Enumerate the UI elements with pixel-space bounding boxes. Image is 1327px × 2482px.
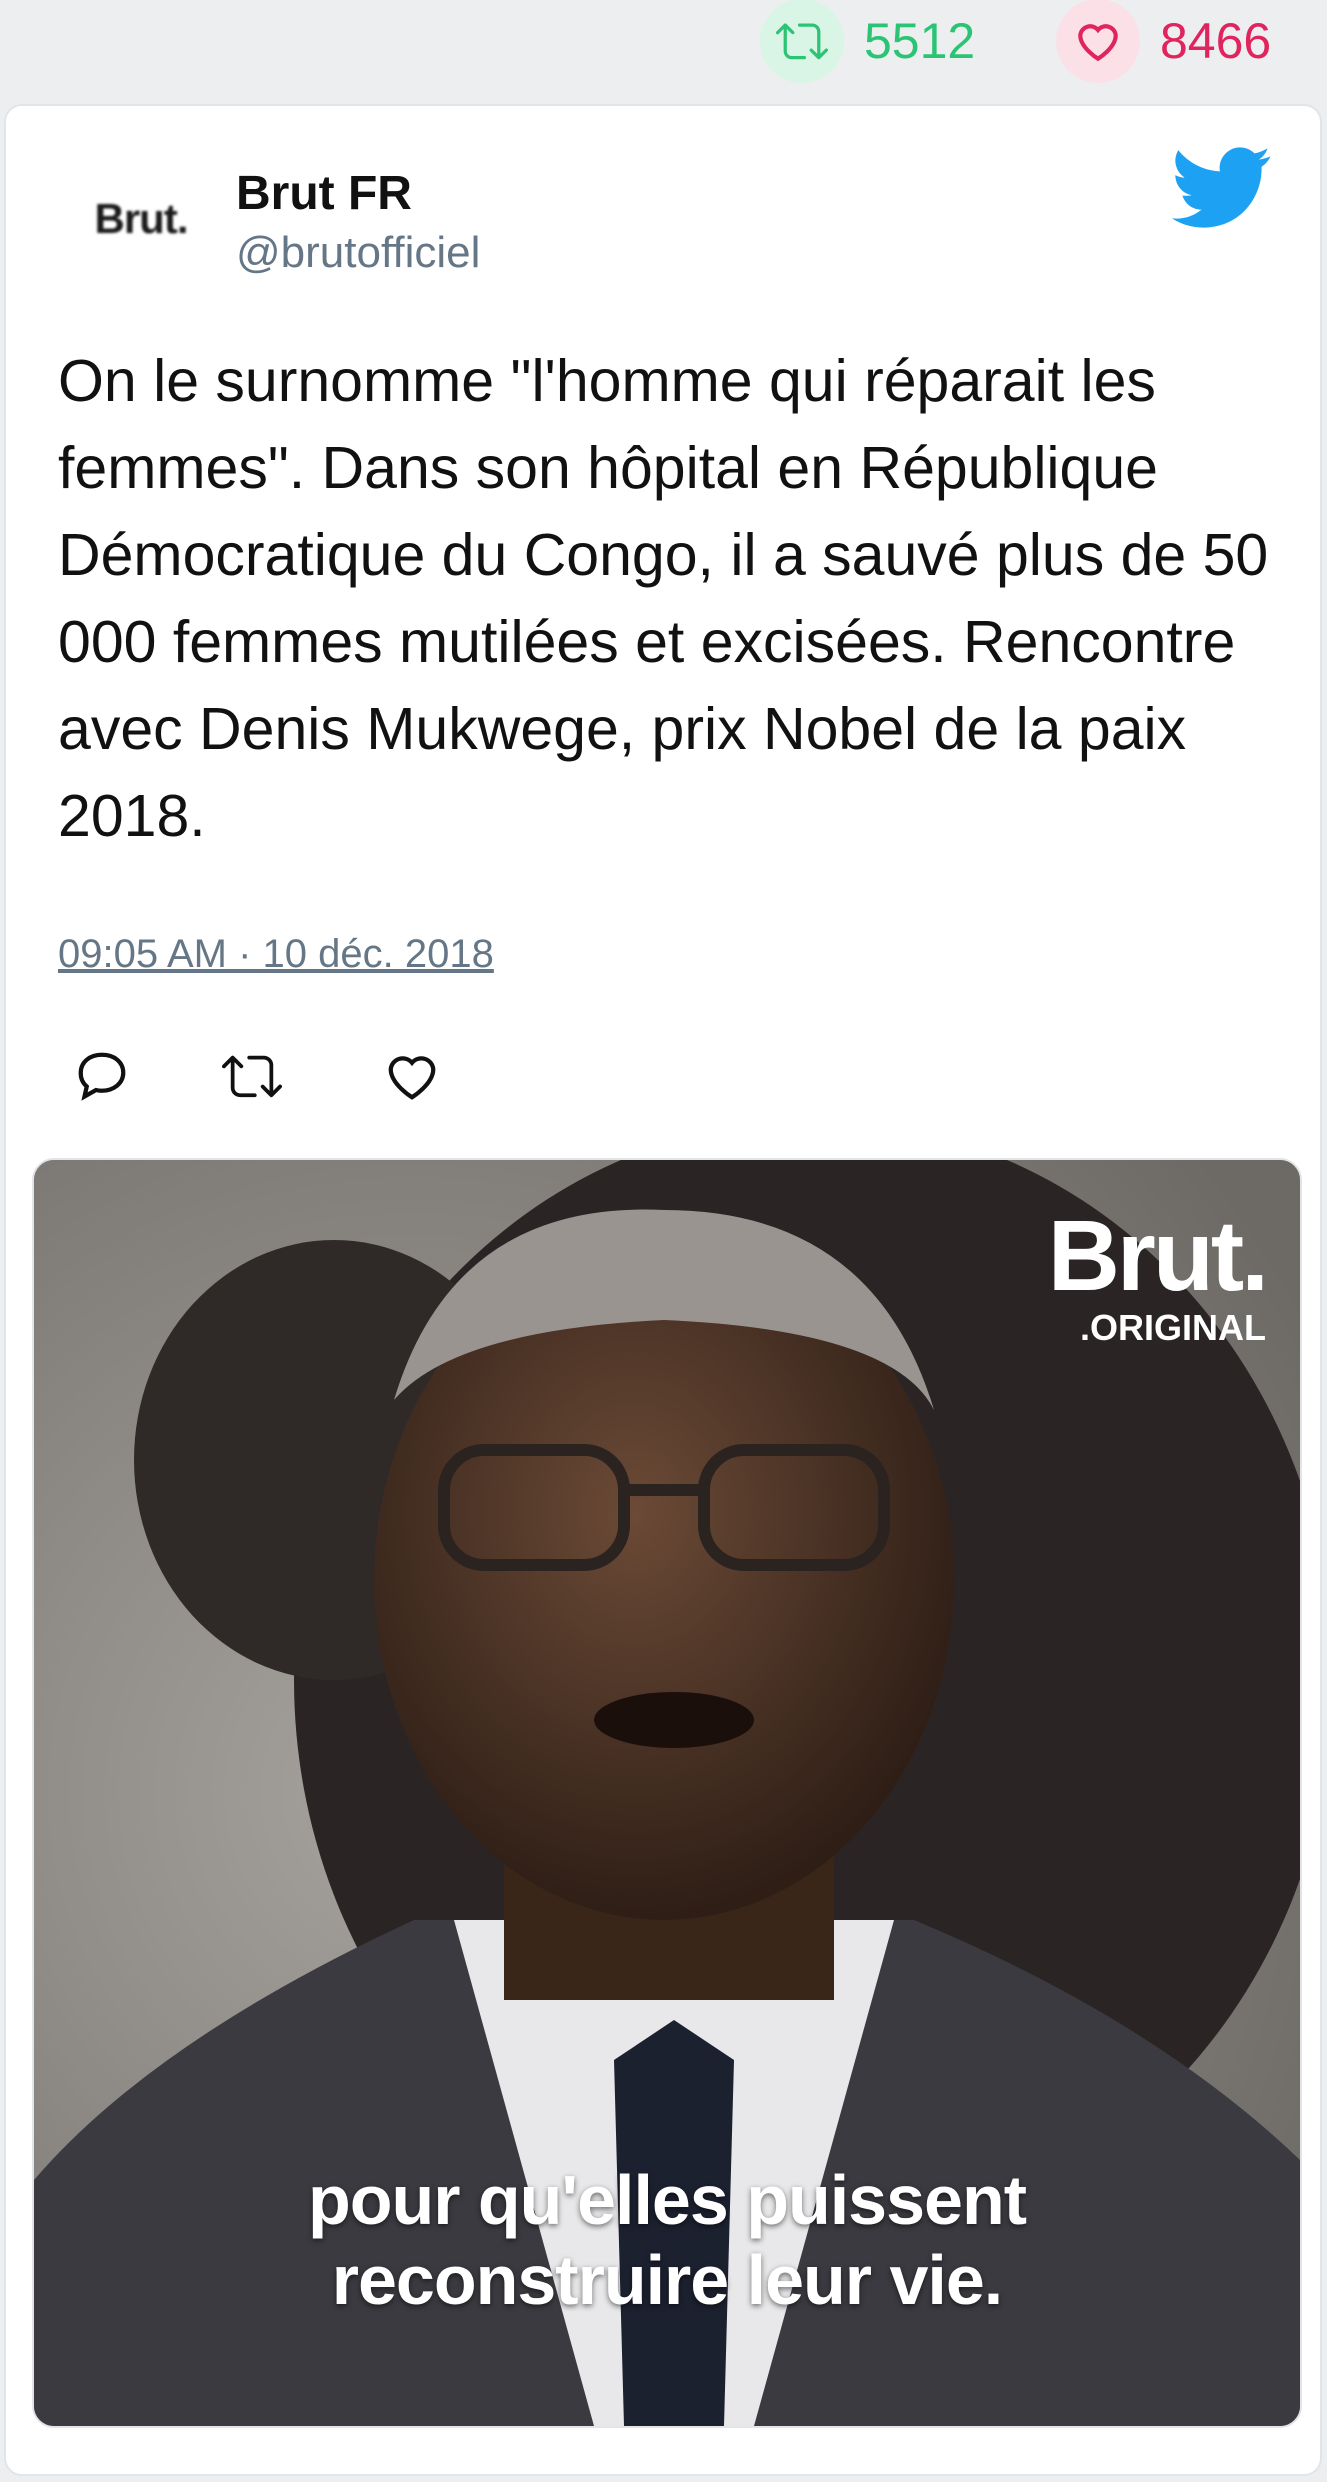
reply-icon[interactable] — [72, 1046, 132, 1106]
twitter-bird-icon[interactable] — [1172, 146, 1272, 230]
brand-main-text: Brut. — [1047, 1200, 1269, 1312]
tweet-timestamp[interactable]: 09:05 AM · 10 déc. 2018 — [58, 932, 494, 977]
avatar-logo: Brut. — [94, 195, 189, 242]
like-stat[interactable]: 8466 — [1056, 0, 1272, 83]
author-name[interactable]: Brut FR — [236, 166, 412, 221]
caption-line-1: pour qu'elles puissent — [307, 2161, 1027, 2239]
tweet-text: On le surnomme "l'homme qui réparait les… — [58, 348, 1269, 849]
like-count-icon — [1056, 0, 1140, 83]
caption-line-2: reconstruire leur vie. — [331, 2241, 1004, 2319]
video-thumbnail[interactable]: Brut. .ORIGINAL pour qu'elles puissent r… — [32, 1158, 1302, 2428]
avatar[interactable]: Brut. — [66, 164, 216, 274]
retweet-count: 5512 — [864, 13, 976, 69]
like-icon[interactable] — [382, 1046, 442, 1106]
author-handle[interactable]: @brutofficiel — [236, 228, 480, 278]
like-count: 8466 — [1160, 13, 1272, 69]
video-caption: pour qu'elles puissent reconstruire leur… — [34, 2160, 1300, 2320]
tweet-card: Brut. Brut FR @brutofficiel On le surnom… — [4, 104, 1322, 2476]
engagement-stats: 5512 8466 — [0, 0, 1327, 100]
retweet-stat[interactable]: 5512 — [760, 0, 976, 83]
retweet-count-icon — [760, 0, 844, 83]
brand-sub-text: .ORIGINAL — [1080, 1307, 1266, 1348]
brut-original-logo: Brut. .ORIGINAL — [1047, 1200, 1269, 1348]
retweet-icon[interactable] — [222, 1046, 282, 1106]
